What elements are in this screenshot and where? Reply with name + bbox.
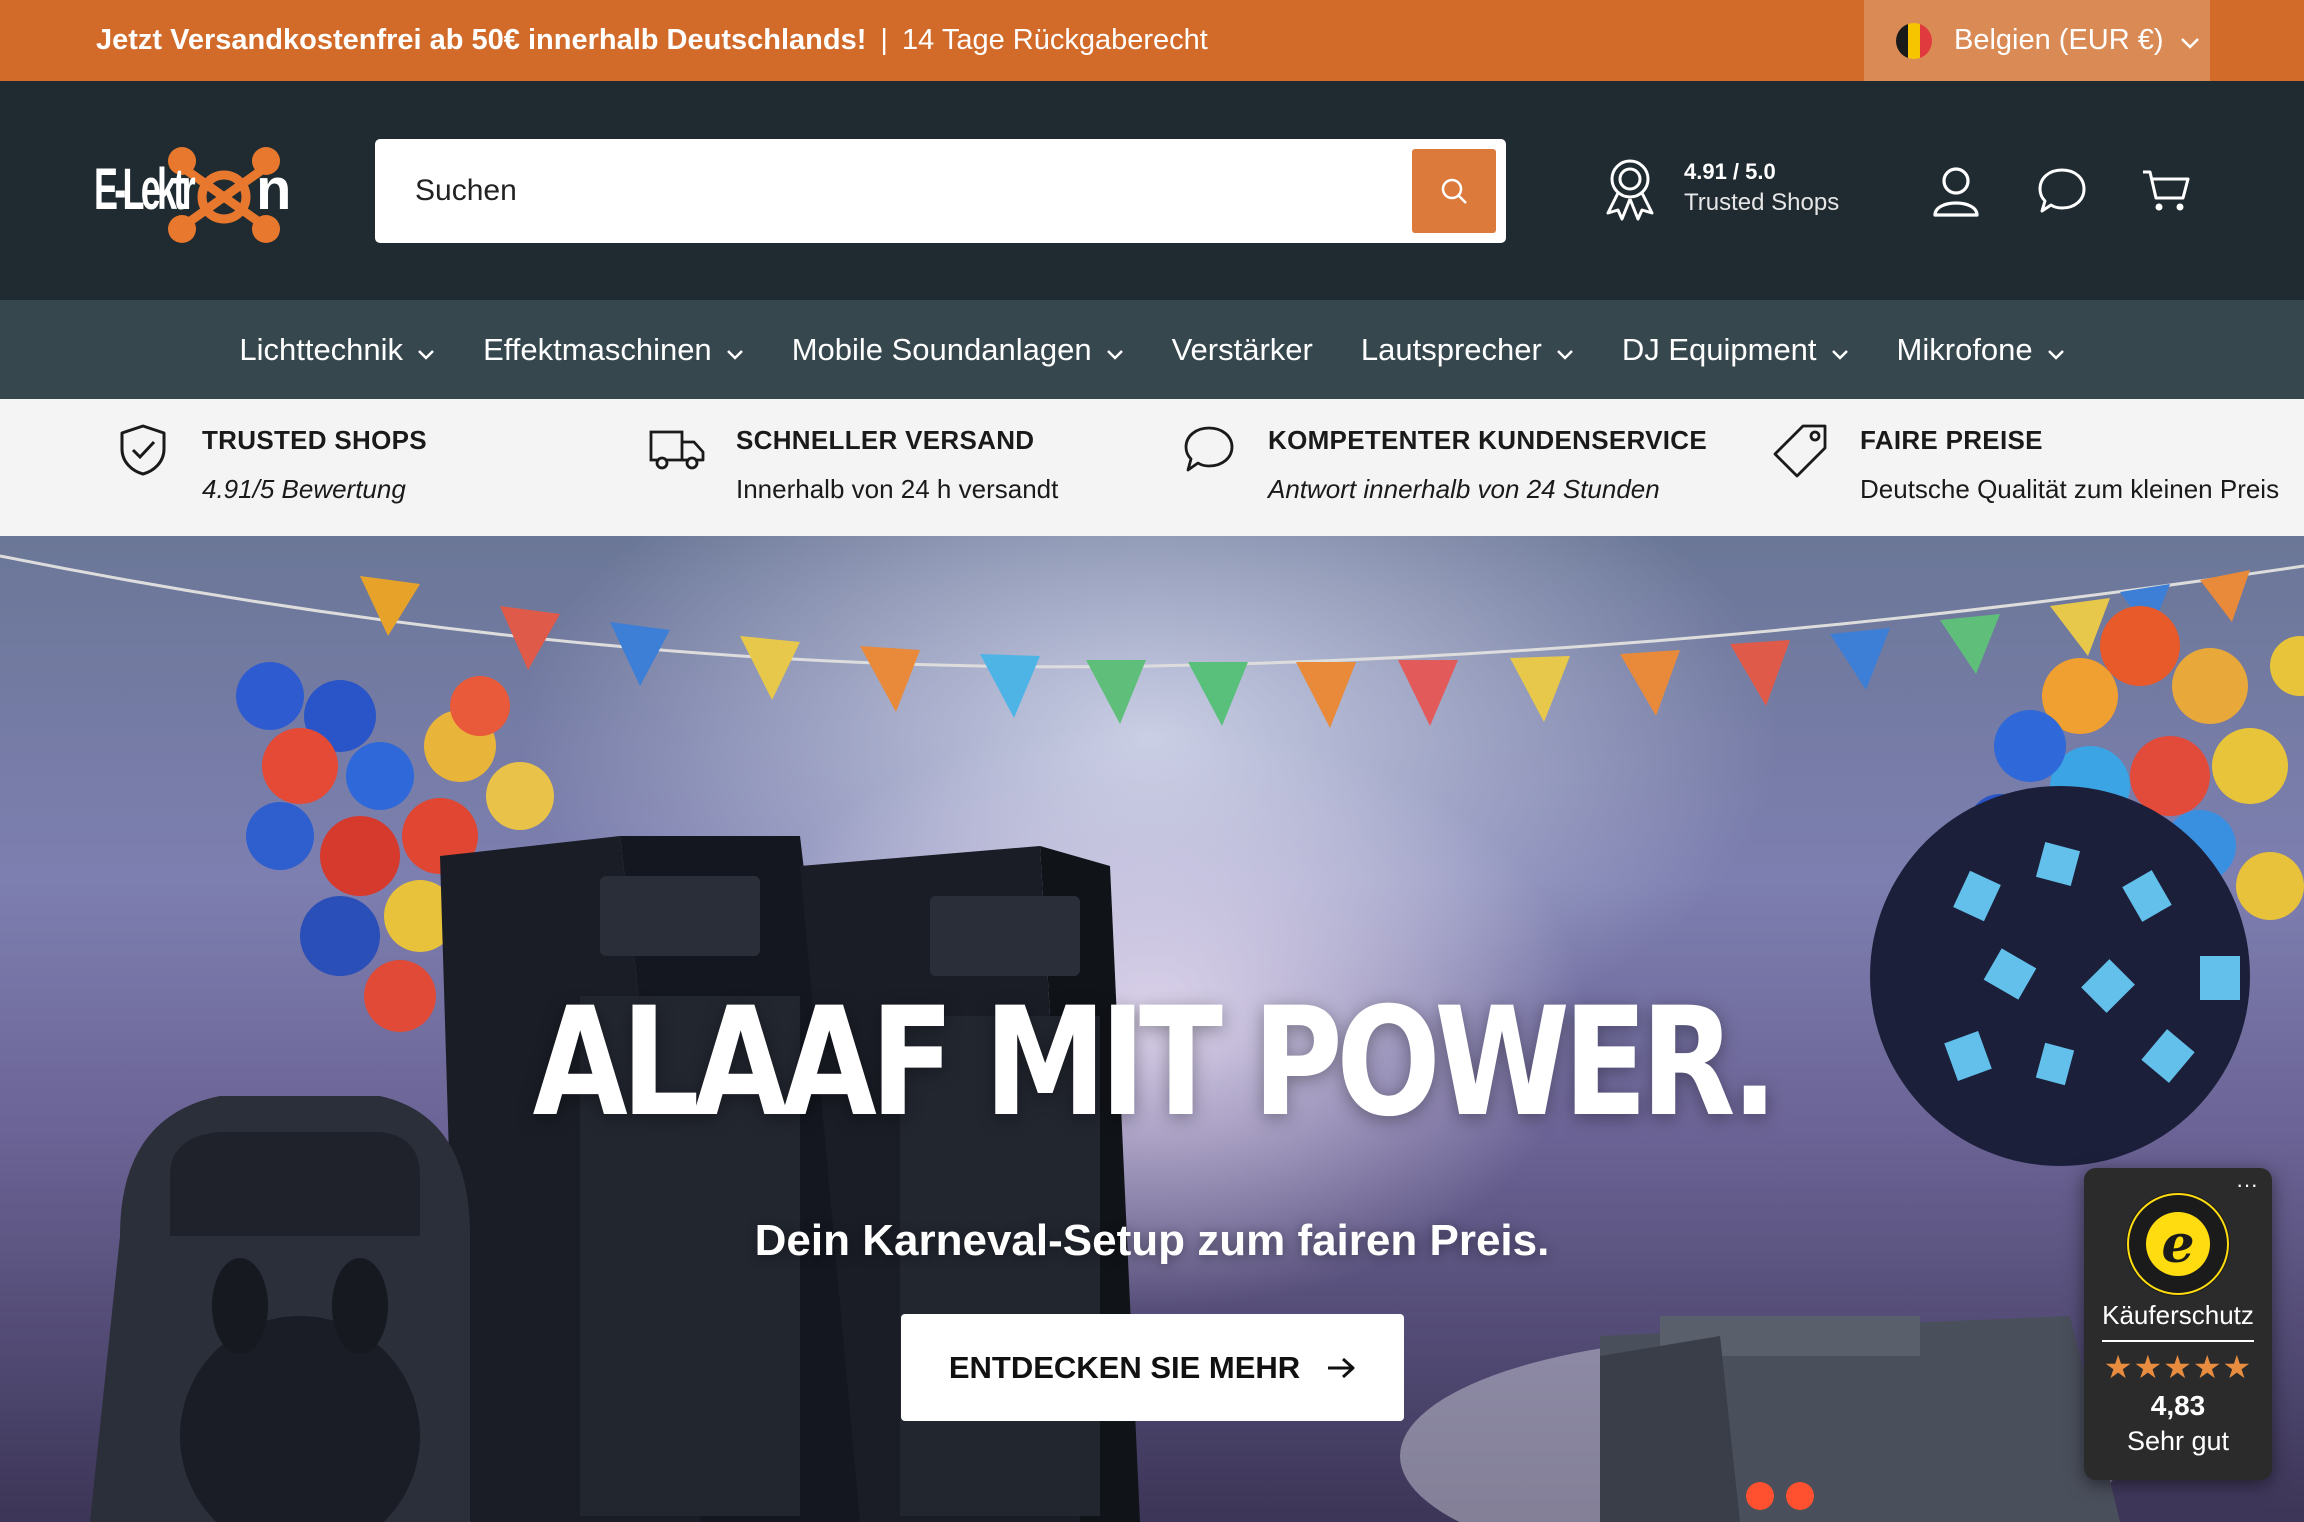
cart-icon (2143, 170, 2190, 211)
nav-item-label: Mikrofone (1896, 331, 2033, 367)
nav-item-verstaerker[interactable]: Verstärker (1148, 332, 1337, 368)
award-ribbon-icon (1606, 159, 1654, 221)
badge-rating-text: Sehr gut (2126, 1426, 2230, 1456)
chevron-down-icon (1831, 332, 1849, 368)
chevron-down-icon (726, 332, 744, 368)
usp-title: FAIRE PREISE (1860, 425, 2043, 455)
usp-item-faire-preise: FAIRE PREISE Deutsche Qualität zum klein… (1772, 399, 2279, 536)
logo-graphic: E-Lektr n (94, 147, 291, 243)
hero-headline: ALAAF MIT POWER. (532, 976, 1778, 1150)
nav-item-mobile-soundanlagen[interactable]: Mobile Soundanlagen (768, 332, 1148, 368)
truck-icon (648, 421, 706, 479)
chevron-down-icon (417, 332, 435, 368)
nav-item-label: Effektmaschinen (483, 331, 712, 367)
badge-menu-button[interactable]: ··· (2236, 1172, 2258, 1198)
usp-title: TRUSTED SHOPS (202, 425, 427, 455)
nav-item-label: Lautsprecher (1360, 331, 1542, 367)
price-tag-icon (1772, 421, 1830, 479)
trusted-shops-rating[interactable]: 4.91 / 5.0 Trusted Shops (1600, 155, 1839, 221)
svg-text:E-Lektr: E-Lektr (94, 157, 196, 222)
nav-item-dj-equipment[interactable]: DJ Equipment (1598, 332, 1873, 368)
shield-check-icon (114, 421, 172, 479)
nav-item-label: Lichttechnik (239, 331, 404, 367)
nav-item-lichttechnik[interactable]: Lichttechnik (215, 332, 459, 368)
usp-bar: TRUSTED SHOPS 4.91/5 Bewertung SCHNELLER… (0, 399, 2304, 536)
badge-rating: 4,83 (2150, 1390, 2206, 1421)
chevron-down-icon (2180, 24, 2200, 57)
trust-name: Trusted Shops (1684, 188, 1840, 216)
belgium-flag-icon (1896, 22, 1932, 59)
star-rating-icon: ★★★★★ (2103, 1349, 2253, 1385)
user-icon (1933, 167, 1979, 217)
nav-item-label: DJ Equipment (1621, 331, 1817, 367)
svg-text:e: e (2161, 1214, 2194, 1275)
badge-title: Käuferschutz (2102, 1300, 2254, 1330)
main-nav: Lichttechnik Effektmaschinen Mobile Soun… (0, 300, 2304, 399)
promo-text: Jetzt Versandkostenfrei ab 50€ innerhalb… (96, 0, 1208, 81)
hero-cta-button[interactable]: ENTDECKEN SIE MEHR (901, 1314, 1404, 1421)
chevron-down-icon (1556, 332, 1574, 368)
usp-subtitle: Deutsche Qualität zum kleinen Preis (1860, 474, 2280, 504)
usp-item-kundenservice: KOMPETENTER KUNDENSERVICE Antwort innerh… (1180, 399, 1707, 536)
arrow-right-icon (1326, 1356, 1356, 1380)
badge-divider (2102, 1340, 2254, 1342)
chat-icon (1180, 421, 1238, 479)
nav-item-label: Verstärker (1171, 331, 1313, 367)
logo[interactable]: E-Lektr n (94, 143, 291, 243)
account-button[interactable] (1928, 163, 1984, 219)
search-button[interactable] (1412, 149, 1496, 233)
nav-item-effektmaschinen[interactable]: Effektmaschinen (459, 332, 768, 368)
fog-machine (1400, 1316, 2120, 1522)
bunting-flags-icon (360, 570, 2250, 728)
cta-label: ENTDECKEN SIE MEHR (948, 1349, 1301, 1385)
trusted-shops-seal-icon: e (2124, 1190, 2232, 1303)
search-icon (1441, 178, 1467, 204)
country-label: Belgien (EUR €) (1954, 24, 2164, 56)
usp-item-trusted-shops: TRUSTED SHOPS 4.91/5 Bewertung (114, 399, 427, 536)
promo-rest: 14 Tage Rückgaberecht (902, 24, 1208, 56)
chevron-down-icon (1106, 332, 1124, 368)
usp-subtitle: Antwort innerhalb von 24 Stunden (1268, 474, 1660, 504)
hero-subline: Dein Karneval-Setup zum fairen Preis. (754, 1216, 1550, 1265)
nav-item-mikrofone[interactable]: Mikrofone (1873, 332, 2089, 368)
usp-title: KOMPETENTER KUNDENSERVICE (1268, 425, 1707, 455)
chevron-down-icon (2047, 332, 2065, 368)
nav-item-label: Mobile Soundanlagen (791, 331, 1092, 367)
chat-bubble-icon (2038, 168, 2086, 213)
usp-title: SCHNELLER VERSAND (736, 425, 1035, 455)
trusted-shops-badge[interactable]: ··· e Käuferschutz ★★★★★ 4,83 Sehr gut (2084, 1168, 2272, 1480)
chat-button[interactable] (2034, 163, 2090, 219)
promo-separator: | (880, 24, 888, 56)
cart-button[interactable] (2138, 163, 2194, 219)
promo-bold: Jetzt Versandkostenfrei ab 50€ innerhalb… (96, 24, 867, 56)
country-selector[interactable]: Belgien (EUR €) (1864, 0, 2210, 81)
usp-subtitle: 4.91/5 Bewertung (202, 474, 406, 504)
usp-subtitle: Innerhalb von 24 h versandt (736, 474, 1059, 504)
site-header: E-Lektr n 4.91 / 5.0 Trusted Shops (0, 81, 2304, 300)
trust-score: 4.91 / 5.0 (1684, 159, 1776, 185)
usp-item-versand: SCHNELLER VERSAND Innerhalb von 24 h ver… (648, 399, 1058, 536)
announcement-bar: Jetzt Versandkostenfrei ab 50€ innerhalb… (0, 0, 2304, 81)
hero-banner[interactable]: ALAAF MIT POWER. Dein Karneval-Setup zum… (0, 536, 2304, 1522)
svg-text:n: n (256, 157, 290, 222)
search-bar (375, 139, 1506, 243)
nav-item-lautsprecher[interactable]: Lautsprecher (1337, 332, 1598, 368)
search-input[interactable] (375, 139, 1375, 243)
